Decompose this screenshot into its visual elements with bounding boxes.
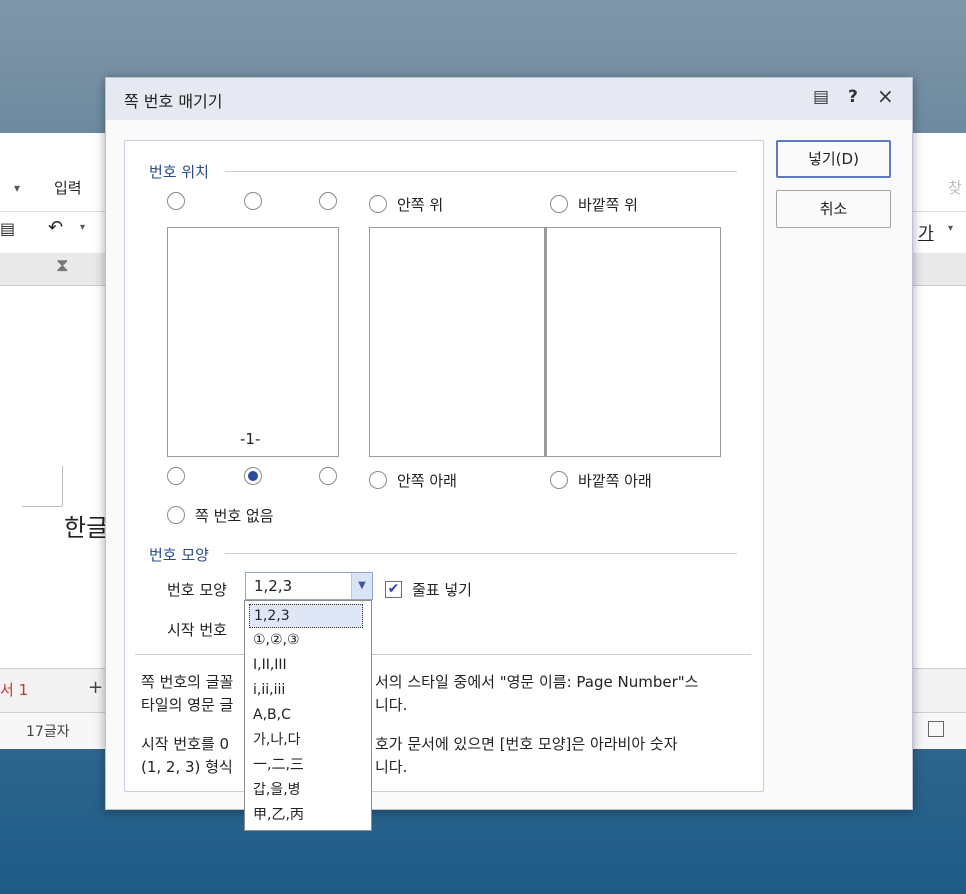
page-number-dialog: 쪽 번호 매기기 ▤ ? × 번호 위치 안쪽 위 바깥쪽 위 -1- 안쪽 아… — [105, 77, 913, 810]
start-number-label: 시작 번호 — [167, 621, 227, 639]
note-text: (1, 2, 3) 형식 — [141, 758, 233, 776]
note-text: 호가 문서에 있으면 [번호 모양]은 아라비아 숫자 — [375, 735, 678, 753]
dropdown-option[interactable]: 一,二,三 — [253, 753, 304, 777]
chevron-down-icon[interactable]: ▾ — [948, 223, 953, 234]
char-count: 17글자 — [26, 724, 70, 740]
document-tab[interactable]: 서 1 — [0, 679, 28, 700]
dropdown-option[interactable]: i,ii,iii — [253, 678, 285, 702]
radio-top-left[interactable] — [167, 192, 185, 210]
menu-input[interactable]: 입력 — [54, 177, 82, 198]
radio-top-right[interactable] — [319, 192, 337, 210]
note-text: 타일의 영문 글 — [141, 696, 234, 714]
chevron-down-icon[interactable]: ▾ — [14, 181, 20, 195]
radio-top-center[interactable] — [244, 192, 262, 210]
chevron-down-icon[interactable]: ▼ — [351, 573, 372, 599]
menu-find[interactable]: 찾 — [948, 177, 962, 198]
radio-inner-top[interactable] — [369, 195, 387, 213]
dropdown-option[interactable]: A,B,C — [253, 703, 291, 727]
dropdown-option[interactable]: 1,2,3 — [249, 604, 363, 628]
radio-no-number[interactable] — [167, 506, 185, 524]
dropdown-option[interactable]: I,II,III — [253, 653, 287, 677]
memo-icon[interactable]: ▤ — [0, 219, 15, 238]
dropdown-option[interactable]: 갑,을,병 — [253, 778, 301, 802]
single-page-preview: -1- — [167, 227, 339, 457]
document-text[interactable]: 한글 — [64, 508, 108, 543]
margin-guide — [62, 466, 63, 506]
right-page-preview — [545, 227, 721, 457]
font-style-button[interactable]: 가 — [918, 219, 934, 244]
divider — [135, 654, 751, 655]
note-text: 쪽 번호의 글꼴 — [141, 673, 234, 691]
outer-bottom-label: 바깥쪽 아래 — [578, 472, 652, 490]
outer-top-label: 바깥쪽 위 — [578, 196, 638, 214]
radio-inner-bottom[interactable] — [369, 471, 387, 489]
radio-bottom-center[interactable] — [244, 467, 262, 485]
note-text: 니다. — [375, 758, 408, 776]
inner-top-label: 안쪽 위 — [397, 196, 444, 214]
radio-outer-bottom[interactable] — [550, 471, 568, 489]
number-shape-value: 1,2,3 — [254, 577, 293, 595]
options-group: 번호 위치 안쪽 위 바깥쪽 위 -1- 안쪽 아래 바깥쪽 아래 쪽 번호 없… — [124, 140, 764, 792]
margin-guide — [22, 506, 62, 507]
insert-button[interactable]: 넣기(D) — [776, 140, 891, 178]
indent-marker-icon[interactable]: ⧗ — [56, 255, 69, 276]
number-shape-dropdown: 1,2,3 ①,②,③ I,II,III i,ii,iii A,B,C 가,나,… — [244, 600, 372, 831]
chevron-down-icon[interactable]: ▾ — [80, 222, 85, 233]
note-text: 니다. — [375, 696, 408, 714]
dialog-titlebar: 쪽 번호 매기기 ▤ ? × — [106, 78, 912, 120]
shape-label: 번호 모양 — [167, 581, 227, 599]
inner-bottom-label: 안쪽 아래 — [397, 472, 457, 490]
dropdown-option[interactable]: 甲,乙,丙 — [253, 803, 304, 827]
left-page-preview — [369, 227, 545, 457]
cancel-button[interactable]: 취소 — [776, 190, 891, 228]
radio-outer-top[interactable] — [550, 195, 568, 213]
dropdown-option[interactable]: 가,나,다 — [253, 728, 301, 752]
close-icon[interactable]: × — [877, 84, 894, 108]
undo-icon[interactable]: ↶ — [48, 217, 63, 238]
section-number-shape: 번호 모양 — [149, 546, 209, 564]
no-number-label: 쪽 번호 없음 — [195, 507, 274, 525]
dropdown-option[interactable]: ①,②,③ — [253, 628, 300, 652]
dash-checkbox[interactable]: ✔ — [385, 581, 402, 598]
divider — [225, 553, 737, 554]
number-shape-select[interactable]: 1,2,3 ▼ — [245, 572, 373, 600]
note-text: 서의 스타일 중에서 "영문 이름: Page Number"스 — [375, 673, 699, 691]
view-mode-icon[interactable] — [928, 721, 944, 737]
divider — [225, 171, 737, 172]
memo-icon[interactable]: ▤ — [813, 87, 829, 107]
note-text: 시작 번호를 0 — [141, 735, 230, 753]
dialog-title: 쪽 번호 매기기 — [124, 92, 223, 111]
add-tab-button[interactable]: + — [88, 677, 103, 698]
help-icon[interactable]: ? — [848, 87, 858, 107]
section-number-position: 번호 위치 — [149, 163, 209, 181]
radio-bottom-left[interactable] — [167, 467, 185, 485]
dash-label: 줄표 넣기 — [412, 581, 472, 599]
radio-bottom-right[interactable] — [319, 467, 337, 485]
preview-page-number: -1- — [240, 430, 261, 448]
